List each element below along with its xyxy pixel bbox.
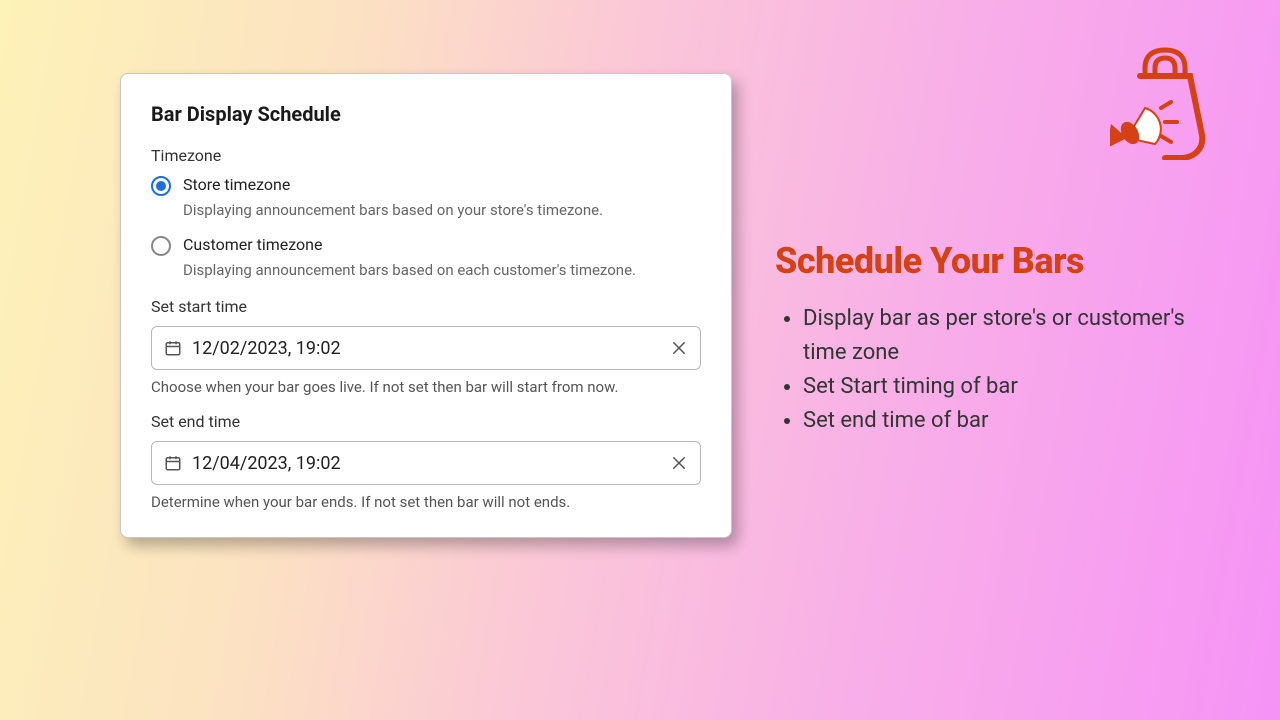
radio-selected-icon xyxy=(151,176,171,196)
radio-store-timezone[interactable]: Store timezone xyxy=(151,175,701,196)
end-time-label: Set end time xyxy=(151,412,701,431)
start-time-label: Set start time xyxy=(151,297,701,316)
clear-icon[interactable] xyxy=(670,454,688,472)
radio-store-desc: Displaying announcement bars based on yo… xyxy=(183,200,701,221)
start-time-group: Set start time 12/02/2023, 19:02 Choose … xyxy=(151,297,701,396)
start-time-value: 12/02/2023, 19:02 xyxy=(192,338,670,359)
card-title: Bar Display Schedule xyxy=(151,102,701,126)
end-time-value: 12/04/2023, 19:02 xyxy=(192,453,670,474)
calendar-icon xyxy=(164,339,182,357)
page-background: Bar Display Schedule Timezone Store time… xyxy=(0,0,1280,720)
start-time-help: Choose when your bar goes live. If not s… xyxy=(151,378,701,396)
timezone-label: Timezone xyxy=(151,146,701,165)
clear-icon[interactable] xyxy=(670,339,688,357)
app-logo xyxy=(1110,40,1220,164)
radio-unselected-icon xyxy=(151,236,171,256)
radio-customer-timezone[interactable]: Customer timezone xyxy=(151,235,701,256)
end-time-input[interactable]: 12/04/2023, 19:02 xyxy=(151,441,701,485)
end-time-help: Determine when your bar ends. If not set… xyxy=(151,493,701,511)
radio-customer-desc: Displaying announcement bars based on ea… xyxy=(183,260,701,281)
radio-store-label: Store timezone xyxy=(183,175,290,194)
bar-display-schedule-card: Bar Display Schedule Timezone Store time… xyxy=(120,73,732,538)
radio-customer-label: Customer timezone xyxy=(183,235,323,254)
end-time-group: Set end time 12/04/2023, 19:02 Determine… xyxy=(151,412,701,511)
list-item: Set end time of bar xyxy=(803,404,1225,438)
list-item: Set Start timing of bar xyxy=(803,370,1225,404)
start-time-input[interactable]: 12/02/2023, 19:02 xyxy=(151,326,701,370)
marketing-copy: Schedule Your Bars Display bar as per st… xyxy=(775,240,1225,438)
marketing-bullets: Display bar as per store's or customer's… xyxy=(775,302,1225,438)
calendar-icon xyxy=(164,454,182,472)
marketing-heading: Schedule Your Bars xyxy=(775,240,1225,282)
list-item: Display bar as per store's or customer's… xyxy=(803,302,1225,370)
